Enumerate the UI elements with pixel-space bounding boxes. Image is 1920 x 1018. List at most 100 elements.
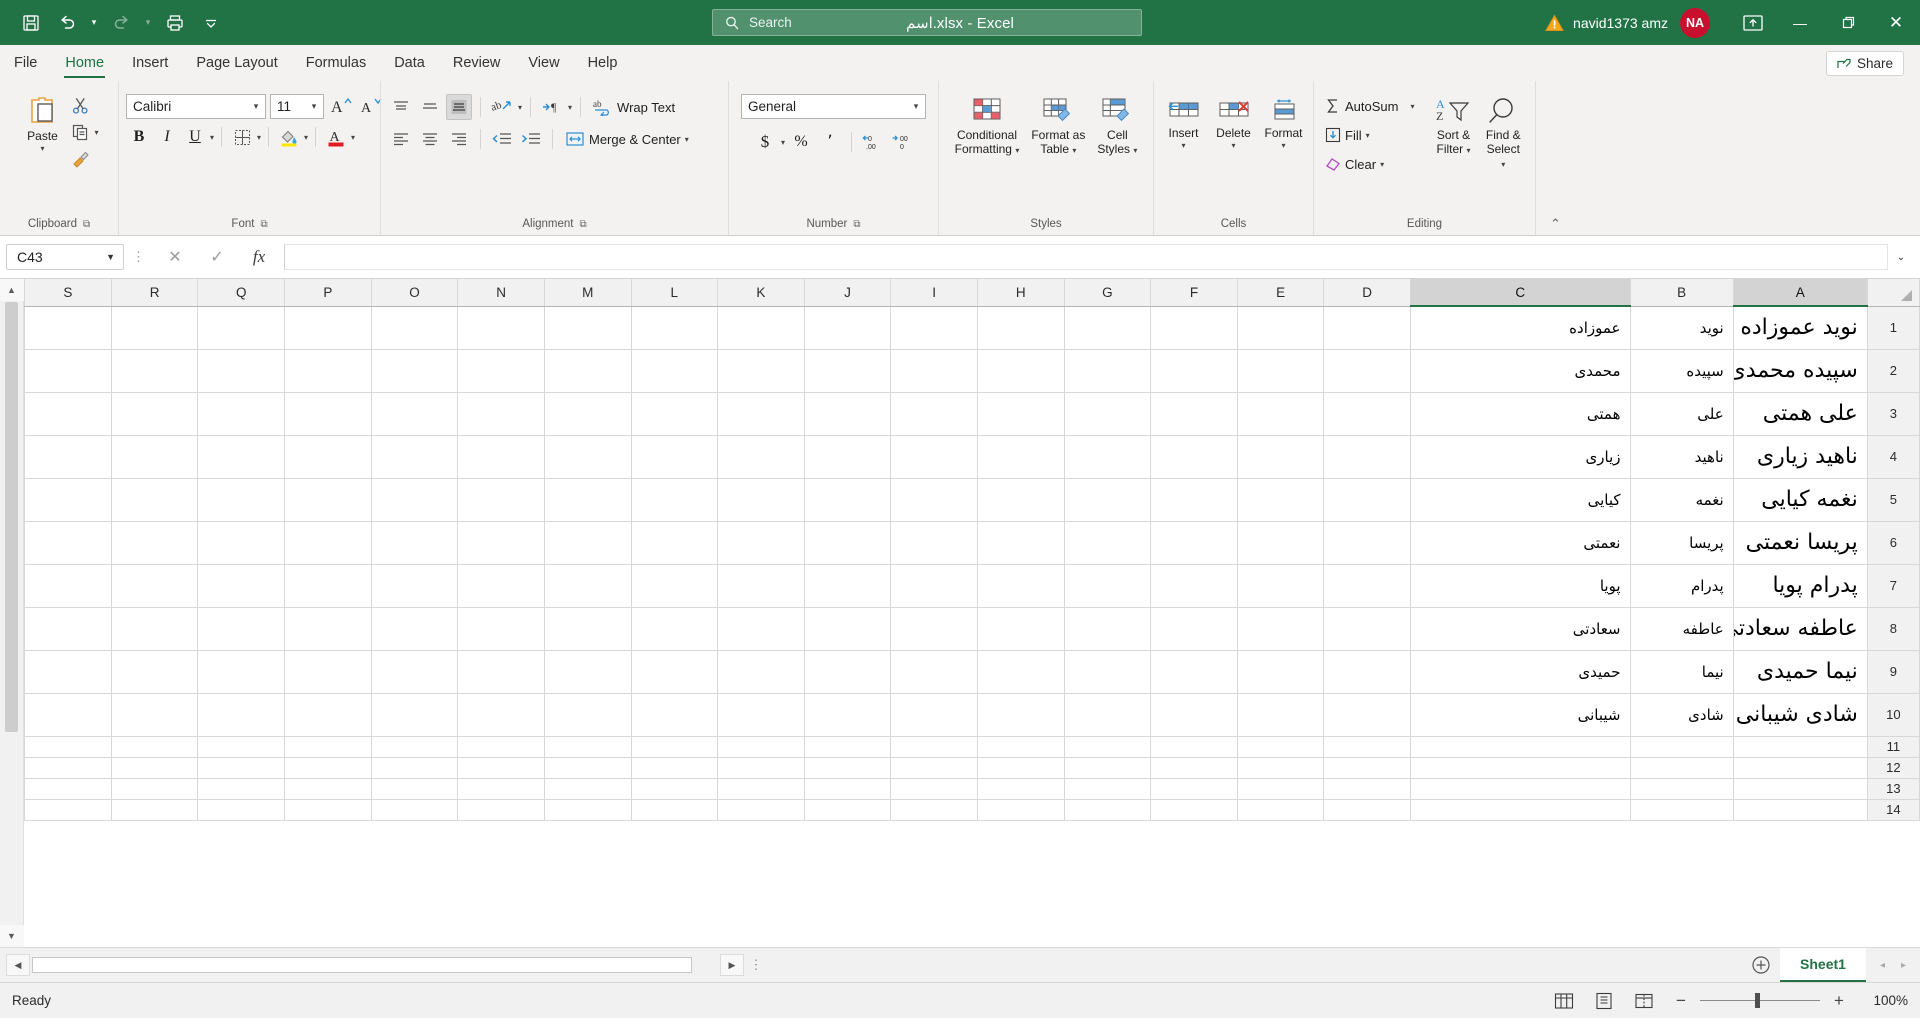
cell-empty[interactable] [1064,349,1151,392]
cell-B5[interactable]: نغمه [1630,478,1733,521]
cell-empty[interactable] [804,607,891,650]
column-header-F[interactable]: F [1151,279,1238,306]
cell-empty[interactable] [977,392,1064,435]
table-row[interactable]: 10شادی شیبانیشادیشیبانی [25,693,1920,736]
column-header-N[interactable]: N [458,279,545,306]
cell-empty[interactable] [804,736,891,757]
cell-empty[interactable] [718,478,805,521]
bottom-align-icon[interactable] [446,94,472,120]
cell-empty[interactable] [891,435,978,478]
percent-format-icon[interactable]: % [788,129,814,155]
cell-empty[interactable] [371,736,458,757]
comma-format-icon[interactable]: ٬ [817,129,843,155]
hscroll-right-button[interactable]: ▶ [720,954,744,976]
cell-empty[interactable] [1064,564,1151,607]
decrease-decimal-icon[interactable]: 000 [889,129,915,155]
cell-empty[interactable] [1237,435,1324,478]
cell-empty[interactable] [891,736,978,757]
underline-button[interactable]: U [182,124,208,150]
column-header-P[interactable]: P [285,279,372,306]
cell-empty[interactable] [111,564,198,607]
cell-empty[interactable] [458,306,545,349]
cell-empty[interactable] [718,757,805,778]
delete-cells-caret-icon[interactable]: ▾ [1231,141,1235,150]
wrap-text-button[interactable]: ab Wrap Text [589,94,679,120]
cell-empty[interactable] [1151,799,1238,820]
cell-empty[interactable] [544,607,631,650]
share-button[interactable]: Share [1826,51,1904,76]
accounting-caret-icon[interactable]: ▾ [781,138,785,147]
font-color-icon[interactable]: A [323,124,349,150]
text-direction-caret-icon[interactable]: ▾ [568,103,572,112]
name-box-caret-icon[interactable]: ▼ [106,252,115,262]
tab-data[interactable]: Data [380,45,439,81]
cell-empty[interactable] [1064,607,1151,650]
print-icon[interactable] [158,7,192,39]
table-row[interactable]: 14 [25,799,1920,820]
column-header-Q[interactable]: Q [198,279,285,306]
cell-empty[interactable] [1064,306,1151,349]
column-header-R[interactable]: R [111,279,198,306]
cell-A11[interactable] [1733,736,1867,757]
cell-A14[interactable] [1733,799,1867,820]
cell-empty[interactable] [198,799,285,820]
cell-empty[interactable] [891,392,978,435]
row-header[interactable]: 11 [1867,736,1919,757]
column-header-M[interactable]: M [544,279,631,306]
cell-empty[interactable] [371,564,458,607]
hscroll-left-button[interactable]: ◀ [6,954,30,976]
top-align-icon[interactable] [388,94,414,120]
cell-empty[interactable] [371,778,458,799]
cell-empty[interactable] [718,521,805,564]
cell-A5[interactable]: نغمه کیایی [1733,478,1867,521]
find-select-button[interactable]: Find & Select ▾ [1479,93,1529,173]
cell-empty[interactable] [631,693,718,736]
cell-empty[interactable] [804,564,891,607]
cell-empty[interactable] [111,736,198,757]
increase-indent-icon[interactable] [518,126,544,152]
cell-empty[interactable] [718,564,805,607]
cell-empty[interactable] [285,757,372,778]
font-size-combo[interactable]: 11 ▾ [270,94,324,119]
horizontal-scrollbar[interactable] [30,954,720,976]
cell-empty[interactable] [1324,736,1411,757]
cell-empty[interactable] [1064,435,1151,478]
zoom-control[interactable]: − + 100% [1672,991,1908,1011]
cell-empty[interactable] [111,650,198,693]
cell-empty[interactable] [198,564,285,607]
cell-empty[interactable] [371,349,458,392]
fill-color-icon[interactable] [276,124,302,150]
cell-empty[interactable] [804,778,891,799]
cell-empty[interactable] [1151,650,1238,693]
select-all-corner[interactable] [1867,279,1919,306]
warning-icon[interactable] [1545,14,1564,32]
cell-C6[interactable]: نعمتی [1410,521,1630,564]
cell-empty[interactable] [544,478,631,521]
cell-empty[interactable] [804,757,891,778]
column-header-J[interactable]: J [804,279,891,306]
cell-empty[interactable] [371,478,458,521]
cell-B4[interactable]: ناهید [1630,435,1733,478]
cell-empty[interactable] [1237,478,1324,521]
cell-empty[interactable] [1151,607,1238,650]
cell-empty[interactable] [458,757,545,778]
cell-C5[interactable]: کیایی [1410,478,1630,521]
cell-empty[interactable] [25,650,112,693]
table-row[interactable]: 13 [25,778,1920,799]
page-break-view-icon[interactable] [1624,987,1664,1015]
search-box[interactable]: Search [712,9,1142,36]
cell-C10[interactable]: شیبانی [1410,693,1630,736]
cell-empty[interactable] [198,757,285,778]
tab-home[interactable]: Home [51,45,118,81]
cell-empty[interactable] [891,521,978,564]
table-row[interactable]: 6پریسا نعمتیپریسانعمتی [25,521,1920,564]
cell-C4[interactable]: زیاری [1410,435,1630,478]
cell-empty[interactable] [804,349,891,392]
tab-formulas[interactable]: Formulas [292,45,380,81]
cell-C2[interactable]: محمدی [1410,349,1630,392]
cell-empty[interactable] [631,650,718,693]
cell-empty[interactable] [891,607,978,650]
row-header[interactable]: 1 [1867,306,1919,349]
cell-empty[interactable] [371,607,458,650]
format-cells-button[interactable]: Format ▾ [1261,95,1307,153]
